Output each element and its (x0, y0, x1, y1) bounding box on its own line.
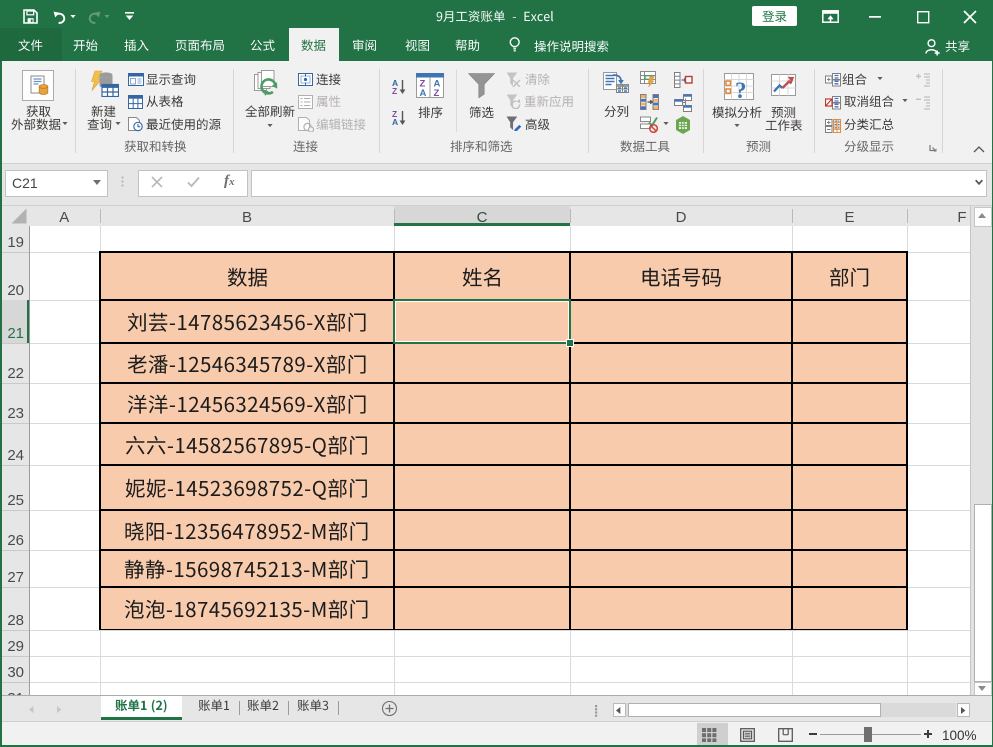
svg-text:Z: Z (434, 88, 440, 98)
svg-text:A: A (420, 88, 427, 98)
svg-text:Z: Z (392, 110, 397, 119)
svg-text:?: ? (735, 78, 747, 101)
svg-text:Z: Z (392, 86, 397, 94)
